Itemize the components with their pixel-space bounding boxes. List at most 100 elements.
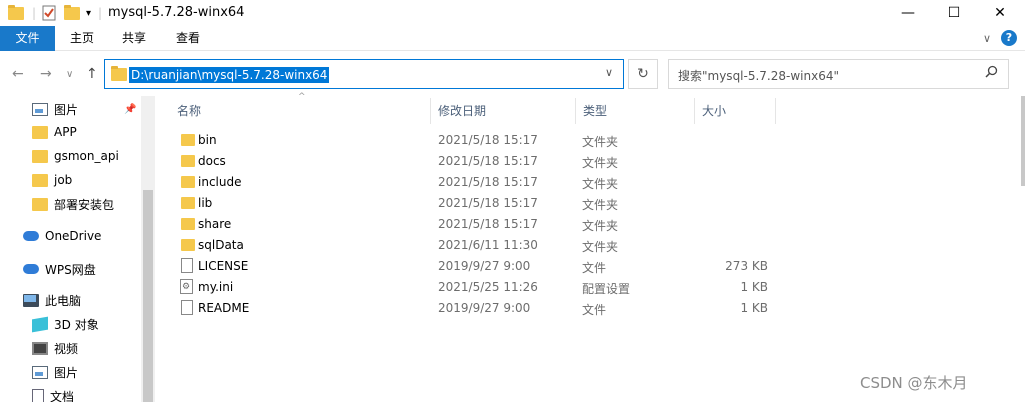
documents-icon bbox=[32, 389, 44, 402]
watermark: CSDN @东木月 bbox=[860, 374, 968, 392]
forward-arrow-icon[interactable]: → bbox=[40, 66, 52, 82]
folder-icon bbox=[181, 134, 195, 146]
file-type: 文件 bbox=[582, 303, 607, 317]
file-type: 文件夹 bbox=[582, 156, 619, 170]
table-row[interactable]: sqlData 2021/6/11 11:30 文件夹 bbox=[170, 235, 784, 256]
new-folder-icon[interactable] bbox=[64, 4, 80, 22]
file-date: 2021/5/18 15:17 bbox=[438, 217, 538, 231]
pictures-icon bbox=[32, 365, 48, 379]
computer-icon bbox=[23, 293, 39, 307]
file-date: 2021/5/18 15:17 bbox=[438, 154, 538, 168]
file-name: my.ini bbox=[198, 280, 234, 294]
search-input[interactable]: 搜索"mysql-5.7.28-winx64" bbox=[678, 67, 839, 84]
sidebar-item-pictures[interactable]: 图片 bbox=[32, 98, 78, 120]
pin-icon[interactable]: 📌 bbox=[124, 104, 136, 115]
table-row[interactable]: LICENSE 2019/9/27 9:00 文件 273 KB bbox=[170, 256, 784, 277]
sidebar-item-3d-objects[interactable]: 3D 对象 bbox=[32, 313, 99, 335]
table-row[interactable]: docs 2021/5/18 15:17 文件夹 bbox=[170, 151, 784, 172]
expand-ribbon-icon[interactable]: ∨ bbox=[983, 32, 991, 45]
help-icon[interactable]: ? bbox=[1001, 30, 1017, 46]
table-row[interactable]: my.ini 2021/5/25 11:26 配置设置 1 KB bbox=[170, 277, 784, 298]
file-name: LICENSE bbox=[198, 259, 249, 273]
tab-share[interactable]: 共享 bbox=[108, 26, 160, 51]
sidebar-item-this-pc[interactable]: 此电脑 bbox=[23, 289, 81, 311]
folder-icon bbox=[32, 149, 48, 163]
cloud-icon bbox=[23, 231, 39, 241]
back-arrow-icon[interactable]: ← bbox=[12, 66, 24, 82]
minimize-button[interactable]: — bbox=[885, 0, 931, 26]
column-header-type[interactable]: 类型 bbox=[576, 98, 695, 124]
folder-icon bbox=[181, 155, 195, 167]
file-date: 2019/9/27 9:00 bbox=[438, 301, 531, 315]
close-button[interactable]: ✕ bbox=[977, 0, 1023, 26]
table-row[interactable]: lib 2021/5/18 15:17 文件夹 bbox=[170, 193, 784, 214]
sidebar-item-pictures-pc[interactable]: 图片 bbox=[32, 361, 78, 383]
recent-locations-icon[interactable]: ∨ bbox=[66, 69, 73, 80]
file-type: 配置设置 bbox=[582, 282, 631, 296]
separator: | bbox=[98, 6, 103, 20]
search-icon[interactable] bbox=[985, 65, 998, 82]
file-type: 文件夹 bbox=[582, 177, 619, 191]
address-path[interactable]: D:\ruanjian\mysql-5.7.28-winx64 bbox=[129, 67, 330, 83]
sidebar-item-videos[interactable]: 视频 bbox=[32, 337, 78, 359]
properties-icon[interactable] bbox=[42, 4, 56, 22]
file-size: 1 KB bbox=[740, 280, 768, 294]
folder-icon bbox=[181, 239, 195, 251]
search-box[interactable]: 搜索"mysql-5.7.28-winx64" bbox=[668, 59, 1009, 89]
folder-icon bbox=[181, 218, 195, 230]
column-header-name[interactable]: 名称 bbox=[170, 98, 431, 124]
ribbon: 文件 主页 共享 查看 ∨ ? bbox=[0, 26, 1025, 51]
file-date: 2021/5/25 11:26 bbox=[438, 280, 538, 294]
sidebar-item-deploy-packages[interactable]: 部署安装包 bbox=[32, 193, 114, 215]
separator: | bbox=[32, 6, 37, 20]
table-row[interactable]: include 2021/5/18 15:17 文件夹 bbox=[170, 172, 784, 193]
column-header-date[interactable]: 修改日期 bbox=[431, 98, 576, 124]
content-scrollbar[interactable] bbox=[1021, 96, 1025, 186]
up-arrow-icon[interactable]: ↑ bbox=[86, 66, 98, 82]
file-date: 2019/9/27 9:00 bbox=[438, 259, 531, 273]
table-row[interactable]: bin 2021/5/18 15:17 文件夹 bbox=[170, 130, 784, 151]
sidebar-item-gsmon-api[interactable]: gsmon_api bbox=[32, 145, 119, 167]
sidebar-item-app[interactable]: APP bbox=[32, 121, 77, 143]
file-type: 文件夹 bbox=[582, 240, 619, 254]
folder-icon bbox=[181, 197, 195, 209]
navigation-pane: 图片 📌 APP gsmon_api job 部署安装包 OneDrive WP… bbox=[0, 96, 155, 402]
file-date: 2021/6/11 11:30 bbox=[438, 238, 538, 252]
sidebar-item-onedrive[interactable]: OneDrive bbox=[23, 225, 101, 247]
cloud-icon bbox=[23, 264, 39, 274]
file-name: sqlData bbox=[198, 238, 244, 252]
config-file-icon bbox=[180, 279, 193, 294]
table-row[interactable]: README 2019/9/27 9:00 文件 1 KB bbox=[170, 298, 784, 319]
address-bar[interactable]: D:\ruanjian\mysql-5.7.28-winx64 ∨ bbox=[104, 59, 624, 89]
folder-icon bbox=[32, 125, 48, 139]
tab-home[interactable]: 主页 bbox=[56, 26, 108, 51]
file-size: 273 KB bbox=[725, 259, 768, 273]
file-size: 1 KB bbox=[740, 301, 768, 315]
address-dropdown-icon[interactable]: ∨ bbox=[605, 66, 613, 79]
3d-objects-icon bbox=[32, 316, 48, 332]
sidebar-item-job[interactable]: job bbox=[32, 169, 72, 191]
window-title: mysql-5.7.28-winx64 bbox=[108, 5, 245, 20]
file-icon bbox=[181, 258, 193, 273]
folder-icon bbox=[32, 197, 48, 211]
sidebar-item-wps-drive[interactable]: WPS网盘 bbox=[23, 258, 96, 280]
file-icon bbox=[181, 300, 193, 315]
table-row[interactable]: share 2021/5/18 15:17 文件夹 bbox=[170, 214, 784, 235]
file-name: bin bbox=[198, 133, 217, 147]
file-date: 2021/5/18 15:17 bbox=[438, 175, 538, 189]
sidebar-scrollbar-thumb[interactable] bbox=[143, 190, 153, 402]
quick-access-dropdown-icon[interactable]: ▾ bbox=[86, 4, 91, 22]
maximize-button[interactable]: ☐ bbox=[931, 0, 977, 26]
file-date: 2021/5/18 15:17 bbox=[438, 196, 538, 210]
refresh-button[interactable]: ↻ bbox=[628, 59, 658, 89]
navigation-bar: ← → ∨ ↑ D:\ruanjian\mysql-5.7.28-winx64 … bbox=[0, 58, 1025, 92]
column-header-size[interactable]: 大小 bbox=[695, 98, 776, 124]
tab-view[interactable]: 查看 bbox=[162, 26, 214, 51]
file-type: 文件夹 bbox=[582, 219, 619, 233]
folder-icon bbox=[111, 66, 127, 81]
tab-file[interactable]: 文件 bbox=[0, 26, 55, 51]
file-date: 2021/5/18 15:17 bbox=[438, 133, 538, 147]
file-name: lib bbox=[198, 196, 213, 210]
title-bar: | ▾ | mysql-5.7.28-winx64 — ☐ ✕ bbox=[0, 0, 1025, 26]
sidebar-item-documents[interactable]: 文档 bbox=[32, 385, 74, 402]
